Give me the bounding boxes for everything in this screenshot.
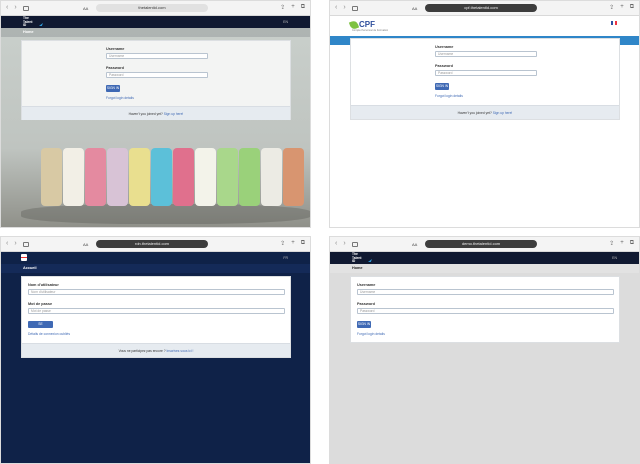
panel-thetalentid: ‹ › AA thetalentid.com ⇪ + ⧉ The Talent ID … <box>0 0 311 228</box>
forgot-login-link[interactable]: Forgot login details <box>106 96 134 100</box>
app-header: The Talent ID EN <box>330 252 639 264</box>
password-input[interactable]: Password <box>106 72 208 78</box>
sign-in-button[interactable]: SE CONNECTER <box>28 321 53 333</box>
address-bar[interactable]: thetalentid.com <box>96 4 208 12</box>
password-label: Password <box>435 64 453 68</box>
address-bar[interactable]: demo.thetalentid.com <box>425 240 537 248</box>
plus-icon[interactable]: + <box>620 240 624 247</box>
language-switch[interactable]: EN <box>612 256 617 260</box>
talentid-logo[interactable]: The Talent ID <box>23 16 43 27</box>
sign-in-button[interactable]: SIGN IN <box>357 321 371 328</box>
share-icon[interactable]: ⇪ <box>280 240 285 247</box>
password-input[interactable]: Mot de passe <box>28 308 285 314</box>
login-card: Username Username Password Password SIGN… <box>21 40 291 120</box>
panel-cpf: ‹ › AA cpf.thetalentid.com ⇪ + ⧉ CPF Compte… <box>329 0 640 228</box>
forward-icon[interactable]: › <box>14 240 16 247</box>
username-input[interactable]: Username <box>106 53 208 59</box>
book-icon[interactable] <box>22 5 29 11</box>
share-icon[interactable]: ⇪ <box>280 4 285 11</box>
talentid-logo[interactable]: The Talent ID <box>352 252 372 263</box>
browser-toolbar: ‹ › AA demo.thetalentid.com ⇪ + ⧉ <box>330 237 639 252</box>
plus-icon[interactable]: + <box>291 240 295 247</box>
panel-rdn: ‹ › AA rdn.thetalentid.com ⇪ + ⧉ FR Accueil… <box>0 236 311 464</box>
signup-footer: Haven't you joined yet? Sign up here! <box>22 106 290 120</box>
back-icon[interactable]: ‹ <box>335 4 337 11</box>
forward-icon[interactable]: › <box>343 240 345 247</box>
forward-icon[interactable]: › <box>14 4 16 11</box>
breadcrumb[interactable]: Accueil <box>1 264 310 273</box>
tabs-icon[interactable]: ⧉ <box>630 4 634 11</box>
app-header: The Talent ID EN <box>1 16 310 28</box>
password-label: Password <box>106 66 124 70</box>
tabs-icon[interactable]: ⧉ <box>301 4 305 11</box>
sign-in-button[interactable]: SIGN IN <box>435 83 449 90</box>
username-input[interactable]: Username <box>357 289 614 295</box>
reader-aa[interactable]: AA <box>83 6 88 11</box>
share-icon[interactable]: ⇪ <box>609 4 614 11</box>
logo-mark-icon <box>368 259 372 262</box>
footer-text: Haven't you joined yet? <box>128 112 163 116</box>
sign-in-button[interactable]: SIGN IN <box>106 85 120 92</box>
language-switch[interactable]: EN <box>283 20 288 24</box>
reader-aa[interactable]: AA <box>412 6 417 11</box>
cpf-logo-subtitle: Compte Personnel de Formation <box>352 29 389 32</box>
forward-icon[interactable]: › <box>343 4 345 11</box>
cpf-logo-text: CPF <box>359 20 375 29</box>
cpf-header: CPF Compte Personnel de Formation <box>330 16 639 36</box>
logo-line3: ID <box>23 23 27 27</box>
app-header: FR <box>1 252 310 264</box>
book-icon[interactable] <box>351 5 358 11</box>
login-card: Username Username Password Password SIGN… <box>350 38 620 120</box>
tabs-icon[interactable]: ⧉ <box>630 240 634 247</box>
login-card: Username Username Password Password SIGN… <box>350 276 620 343</box>
breadcrumb[interactable]: Home <box>1 28 310 37</box>
breadcrumb[interactable]: Home <box>330 264 639 273</box>
tabs-icon[interactable]: ⧉ <box>301 240 305 247</box>
plus-icon[interactable]: + <box>291 4 295 11</box>
language-switch[interactable]: FR <box>283 256 288 260</box>
password-label: Password <box>357 302 375 306</box>
username-label: Username <box>357 283 376 287</box>
signup-footer: Haven't you joined yet? Sign up here! <box>351 105 619 119</box>
plus-icon[interactable]: + <box>620 4 624 11</box>
panel-demo: ‹ › AA demo.thetalentid.com ⇪ + ⧉ The Talen… <box>329 236 640 464</box>
footer-text: Haven't you joined yet? <box>457 111 492 115</box>
footer-text: Vous ne participez pas encore ? <box>118 349 166 353</box>
reader-aa[interactable]: AA <box>412 242 417 247</box>
password-input[interactable]: Password <box>357 308 614 314</box>
rdn-logo-icon[interactable] <box>21 254 27 261</box>
back-icon[interactable]: ‹ <box>6 4 8 11</box>
logo-mark-icon <box>39 23 43 26</box>
signup-link[interactable]: Sign up here! <box>164 112 184 116</box>
forgot-login-link[interactable]: Détails de connexion oubliés <box>28 332 70 336</box>
forgot-login-link[interactable]: Forgot login details <box>357 332 385 336</box>
username-label: Username <box>435 45 454 49</box>
username-input[interactable]: Username <box>435 51 537 57</box>
signup-link[interactable]: Sign up here! <box>493 111 513 115</box>
username-label: Nom d'utilisateur <box>28 283 59 287</box>
signup-link[interactable]: Inscrivez-vous ici ! <box>166 349 193 353</box>
username-input[interactable]: Nom d'utilisateur <box>28 289 285 295</box>
flag-icon[interactable] <box>611 21 617 25</box>
browser-toolbar: ‹ › AA rdn.thetalentid.com ⇪ + ⧉ <box>1 237 310 252</box>
reader-aa[interactable]: AA <box>83 242 88 247</box>
signup-footer: Vous ne participez pas encore ? Inscrive… <box>22 343 290 357</box>
username-label: Username <box>106 47 125 51</box>
password-label: Mot de passe <box>28 302 53 306</box>
address-bar[interactable]: rdn.thetalentid.com <box>96 240 208 248</box>
back-icon[interactable]: ‹ <box>335 240 337 247</box>
address-bar[interactable]: cpf.thetalentid.com <box>425 4 537 12</box>
book-icon[interactable] <box>351 241 358 247</box>
cpf-logo[interactable]: CPF <box>348 19 375 30</box>
login-card: Nom d'utilisateur Nom d'utilisateur Mot … <box>21 276 291 358</box>
logo-line3: ID <box>352 259 356 263</box>
screenshot-grid: ‹ › AA thetalentid.com ⇪ + ⧉ The Talent ID … <box>0 0 640 464</box>
book-icon[interactable] <box>22 241 29 247</box>
password-input[interactable]: Password <box>435 70 537 76</box>
browser-toolbar: ‹ › AA cpf.thetalentid.com ⇪ + ⧉ <box>330 1 639 16</box>
forgot-login-link[interactable]: Forgot login details <box>435 94 463 98</box>
browser-toolbar: ‹ › AA thetalentid.com ⇪ + ⧉ <box>1 1 310 16</box>
back-icon[interactable]: ‹ <box>6 240 8 247</box>
share-icon[interactable]: ⇪ <box>609 240 614 247</box>
